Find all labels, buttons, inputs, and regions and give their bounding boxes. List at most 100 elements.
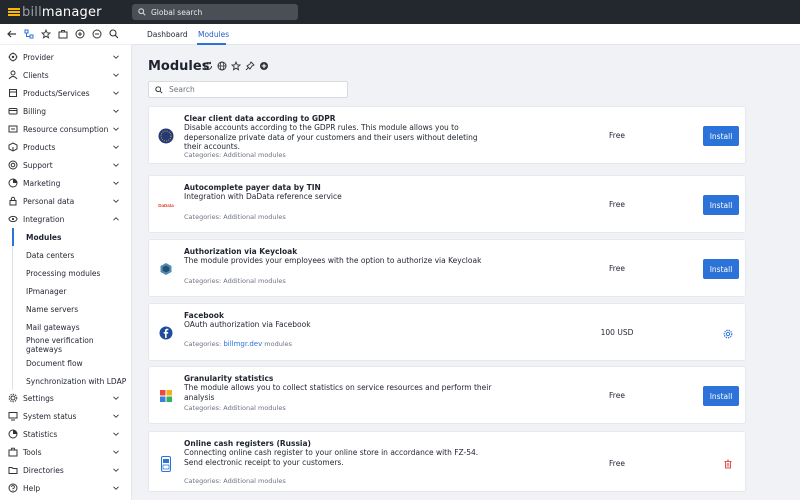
chevron-up-icon	[113, 217, 119, 221]
chevron-down-icon	[113, 414, 119, 418]
install-button[interactable]: Install	[703, 259, 739, 279]
sidebar-item-system-status[interactable]: System status	[0, 407, 131, 425]
sidebar-subitem-ipmanager[interactable]: IPmanager	[12, 282, 130, 300]
chevron-down-icon	[113, 127, 119, 131]
logo-text: billmanager	[22, 4, 102, 20]
facebook-icon	[158, 325, 174, 341]
tab-modules[interactable]: Modules	[198, 30, 229, 39]
sidebar-item-billing[interactable]: Billing	[0, 102, 131, 120]
chevron-down-icon	[113, 396, 119, 400]
sidebar-subitem-name-servers[interactable]: Name servers	[12, 300, 130, 318]
globe-icon[interactable]	[217, 61, 227, 71]
keycloak-icon	[158, 261, 174, 277]
module-price: Free	[609, 200, 625, 209]
sidebar-item-label: Integration	[23, 214, 65, 224]
sidebar-item-products-services[interactable]: Products/Services	[0, 84, 131, 102]
install-button[interactable]: Install	[703, 195, 739, 215]
integration-icon	[8, 214, 18, 224]
back-arrow-icon[interactable]	[6, 28, 18, 40]
category-link[interactable]: billmgr.dev	[223, 340, 262, 348]
sidebar-item-label: Products	[23, 142, 56, 152]
directories-icon	[8, 465, 18, 475]
sidebar-subitem-processing-modules[interactable]: Processing modules	[12, 264, 130, 282]
support-icon	[8, 160, 18, 170]
provider-icon	[8, 52, 18, 62]
trash-icon[interactable]	[722, 458, 733, 469]
module-price: Free	[609, 391, 625, 400]
sidebar-toolbar	[0, 24, 132, 45]
add-circle-icon[interactable]	[259, 61, 269, 71]
sidebar-item-label: Resource consumption	[23, 124, 109, 134]
sidebar-item-help[interactable]: Help	[0, 479, 131, 497]
sidebar-item-products[interactable]: Products	[0, 138, 131, 156]
sidebar-item-resource-consumption[interactable]: Resource consumption	[0, 120, 131, 138]
sidebar-item-label: Billing	[23, 106, 46, 116]
logo[interactable]: billmanager	[8, 4, 102, 20]
sidebar-item-label: Support	[23, 160, 53, 170]
module-price: Free	[609, 459, 625, 468]
chevron-down-icon	[113, 468, 119, 472]
sidebar-item-label: Tools	[23, 447, 42, 457]
module-price: Free	[609, 131, 625, 140]
pin-icon[interactable]	[245, 61, 255, 71]
module-description: Integration with DaData reference servic…	[184, 192, 342, 201]
install-button[interactable]: Install	[703, 386, 739, 406]
chevron-down-icon	[113, 181, 119, 185]
sidebar-item-clients[interactable]: Clients	[0, 66, 131, 84]
sidebar-item-statistics[interactable]: Statistics	[0, 425, 131, 443]
search-icon	[138, 8, 146, 16]
sidebar-item-provider[interactable]: Provider	[0, 48, 131, 66]
sidebar-item-label: Personal data	[23, 196, 75, 206]
module-category: Categories: Additional modules	[184, 477, 286, 485]
sidebar-item-directories[interactable]: Directories	[0, 461, 131, 479]
global-search-input[interactable]: Global search	[132, 4, 298, 20]
star-icon[interactable]	[40, 28, 52, 40]
sidebar-item-marketing[interactable]: Marketing	[0, 174, 131, 192]
modules-search-input[interactable]: Search	[148, 81, 348, 98]
sidebar-item-label: Settings	[23, 393, 54, 403]
module-description: OAuth authorization via Facebook	[184, 320, 311, 329]
module-price: Free	[609, 264, 625, 273]
module-card: Clear client data according to GDPR Disa…	[148, 106, 746, 164]
title-actions	[203, 61, 269, 71]
briefcase-icon[interactable]	[57, 28, 69, 40]
module-card: Online cash registers (Russia) Connectin…	[148, 431, 746, 492]
minus-circle-icon[interactable]	[91, 28, 103, 40]
sidebar-subitem-sync-ldap[interactable]: Synchronization with LDAP	[12, 372, 130, 390]
sidebar-subitem-document-flow[interactable]: Document flow	[12, 354, 130, 372]
module-category: Categories: Additional modules	[184, 404, 286, 412]
chevron-down-icon	[113, 109, 119, 113]
module-title: Online cash registers (Russia)	[184, 439, 311, 448]
sidebar-item-support[interactable]: Support	[0, 156, 131, 174]
chevron-down-icon	[113, 199, 119, 203]
sidebar-subitem-data-centers[interactable]: Data centers	[12, 246, 130, 264]
module-description: The module allows you to collect statist…	[184, 383, 492, 402]
module-category: Categories: billmgr.dev modules	[184, 340, 293, 348]
products-services-icon	[8, 88, 18, 98]
search-icon[interactable]	[108, 28, 120, 40]
sidebar-item-personal-data[interactable]: Personal data	[0, 192, 131, 210]
module-title: Facebook	[184, 311, 224, 320]
gdpr-icon	[158, 128, 174, 144]
sidebar-subitem-mail-gateways[interactable]: Mail gateways	[12, 318, 130, 336]
sidebar-item-settings[interactable]: Settings	[0, 389, 131, 407]
plus-circle-icon[interactable]	[74, 28, 86, 40]
sidebar-item-label: System status	[23, 411, 77, 421]
sidebar-item-integration[interactable]: Integration	[0, 210, 131, 228]
tab-dashboard[interactable]: Dashboard	[147, 30, 188, 39]
refresh-icon[interactable]	[203, 61, 213, 71]
sidebar-subitem-modules[interactable]: Modules	[12, 228, 130, 246]
sidebar-subitem-phone-verification-gateways[interactable]: Phone verification gateways	[12, 336, 130, 354]
chevron-down-icon	[113, 450, 119, 454]
module-category: Categories: Additional modules	[184, 151, 286, 159]
star-icon[interactable]	[231, 61, 241, 71]
settings-icon	[8, 393, 18, 403]
active-tab-indicator	[197, 43, 226, 45]
tree-structure-icon[interactable]	[23, 28, 35, 40]
sidebar-item-tools[interactable]: Tools	[0, 443, 131, 461]
settings-gear-icon[interactable]	[722, 328, 733, 339]
sidebar-item-label: Provider	[23, 52, 54, 62]
install-button[interactable]: Install	[703, 126, 739, 146]
module-title: Authorization via Keycloak	[184, 247, 298, 256]
module-card: Authorization via Keycloak The module pr…	[148, 239, 746, 297]
